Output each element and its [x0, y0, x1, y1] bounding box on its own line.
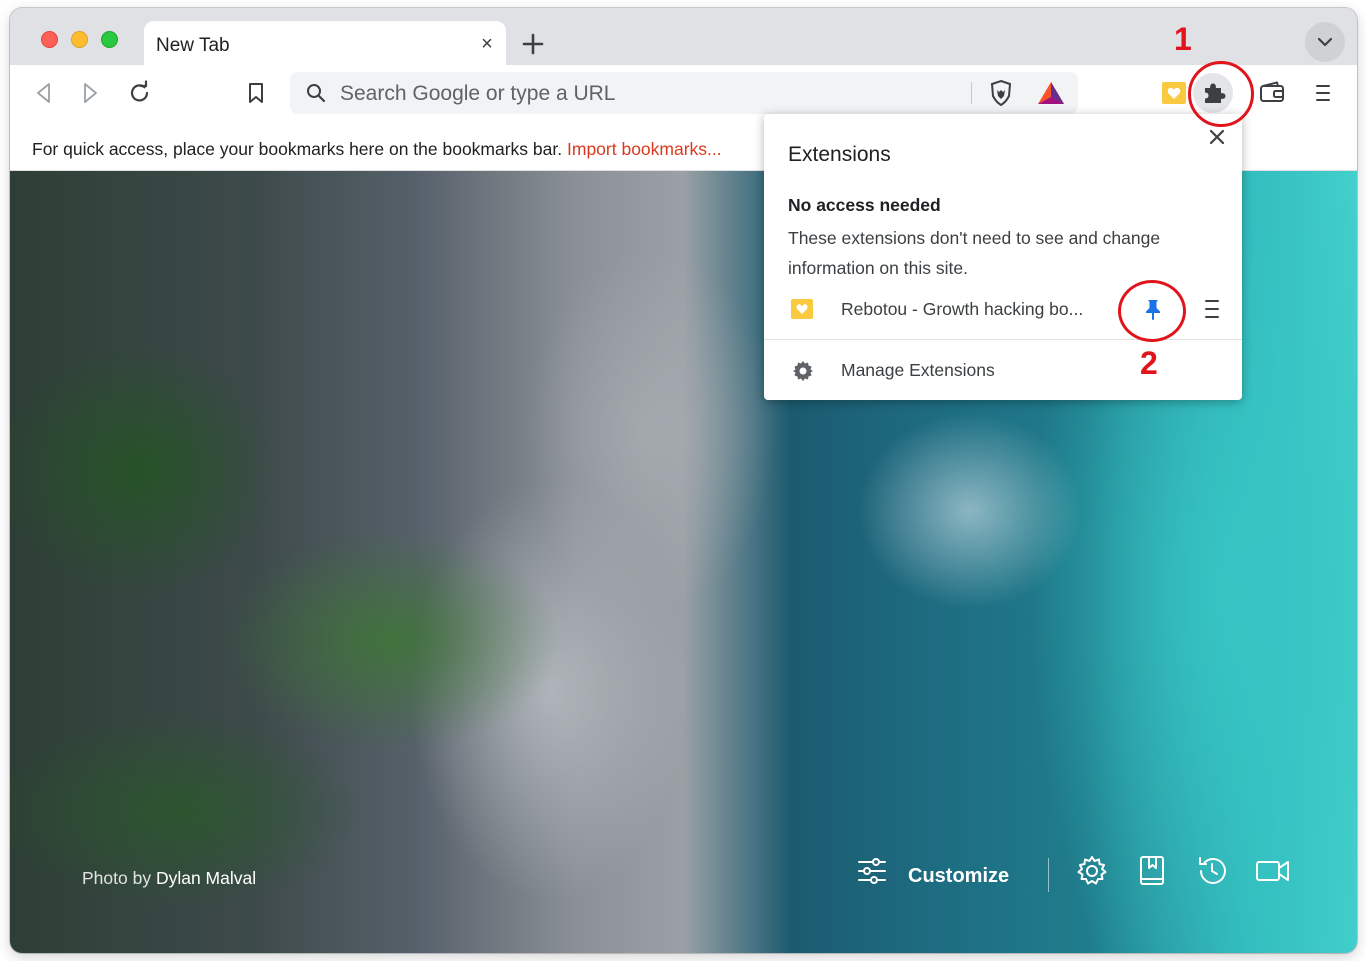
- no-access-heading: No access needed: [788, 195, 941, 215]
- menu-icon: [1316, 85, 1330, 101]
- photo-credit[interactable]: Photo by Dylan Malval: [82, 868, 256, 889]
- forward-button[interactable]: [76, 79, 104, 107]
- rebotou-extension-button[interactable]: [1160, 79, 1188, 107]
- new-tab-button[interactable]: [519, 30, 547, 58]
- brave-shields-icon: [990, 79, 1012, 107]
- photo-credit-prefix: Photo by: [82, 868, 152, 888]
- manage-extensions-link[interactable]: Manage Extensions: [841, 360, 995, 381]
- rebotou-extension-icon: [1162, 82, 1186, 104]
- chevron-down-icon: [1317, 37, 1333, 47]
- extension-menu-button[interactable]: [1200, 297, 1224, 321]
- extension-name[interactable]: Rebotou - Growth hacking bo...: [841, 299, 1083, 320]
- brave-talk-button[interactable]: [1255, 854, 1289, 888]
- tab-new-tab[interactable]: New Tab ×: [144, 21, 506, 67]
- plus-icon: [522, 33, 544, 55]
- main-menu-button[interactable]: [1309, 79, 1337, 107]
- wallet-button[interactable]: [1258, 79, 1286, 107]
- bookmarks-button[interactable]: [1135, 854, 1169, 888]
- tab-search-button[interactable]: [1305, 22, 1345, 62]
- annotation-circle-pin: [1118, 280, 1186, 342]
- bookmark-icon: [249, 83, 263, 103]
- reload-icon: [130, 80, 149, 102]
- sliders-icon: [858, 858, 886, 884]
- customize-button[interactable]: [855, 854, 889, 888]
- brave-rewards-icon: [1038, 82, 1064, 104]
- photo-credit-author: Dylan Malval: [155, 868, 257, 888]
- brave-shields-button[interactable]: [987, 79, 1015, 107]
- popup-divider: [764, 339, 1242, 340]
- book-icon: [1140, 856, 1164, 885]
- close-window-button[interactable]: [41, 31, 58, 48]
- toolbar: Search Google or type a URL: [10, 65, 1357, 121]
- forward-icon: [84, 83, 97, 103]
- bookmarks-bar-message-row: For quick access, place your bookmarks h…: [32, 139, 722, 160]
- annotation-step-1: 1: [1174, 21, 1192, 57]
- omnibox-placeholder: Search Google or type a URL: [340, 82, 616, 105]
- gear-icon: [793, 361, 813, 381]
- import-bookmarks-link[interactable]: Import bookmarks...: [567, 139, 722, 159]
- back-button[interactable]: [30, 79, 58, 107]
- bookmarks-bar-message: For quick access, place your bookmarks h…: [32, 139, 563, 159]
- back-icon: [37, 83, 50, 103]
- bookmark-page-button[interactable]: [242, 79, 270, 107]
- annotation-circle-extensions: [1188, 61, 1254, 127]
- omnibox[interactable]: Search Google or type a URL: [290, 72, 1078, 114]
- gear-icon: [1077, 856, 1107, 885]
- search-icon: [307, 84, 326, 103]
- reload-button[interactable]: [126, 79, 154, 107]
- tab-title: New Tab: [156, 35, 230, 56]
- video-camera-icon: [1256, 861, 1289, 881]
- extensions-popup: Extensions No access needed These extens…: [764, 114, 1242, 400]
- extensions-popup-close-button[interactable]: [1204, 124, 1230, 150]
- menu-icon: [1205, 300, 1219, 318]
- annotation-step-2: 2: [1140, 345, 1158, 381]
- no-access-description: These extensions don't need to see and c…: [788, 228, 1161, 278]
- minimize-window-button[interactable]: [71, 31, 88, 48]
- zoom-window-button[interactable]: [101, 31, 118, 48]
- omnibox-divider: [971, 82, 972, 104]
- history-icon: [1199, 857, 1226, 884]
- customize-label[interactable]: Customize: [908, 865, 1009, 888]
- ntp-toolbar-divider: [1048, 858, 1049, 892]
- settings-button[interactable]: [1075, 854, 1109, 888]
- rebotou-icon: [791, 299, 813, 319]
- history-button[interactable]: [1195, 854, 1229, 888]
- close-icon: [1209, 129, 1225, 145]
- wallet-icon: [1260, 81, 1284, 102]
- tab-close-icon[interactable]: ×: [476, 33, 498, 55]
- tab-strip: New Tab ×: [10, 8, 1357, 67]
- extensions-popup-title: Extensions: [788, 143, 891, 166]
- brave-rewards-button[interactable]: [1036, 79, 1066, 107]
